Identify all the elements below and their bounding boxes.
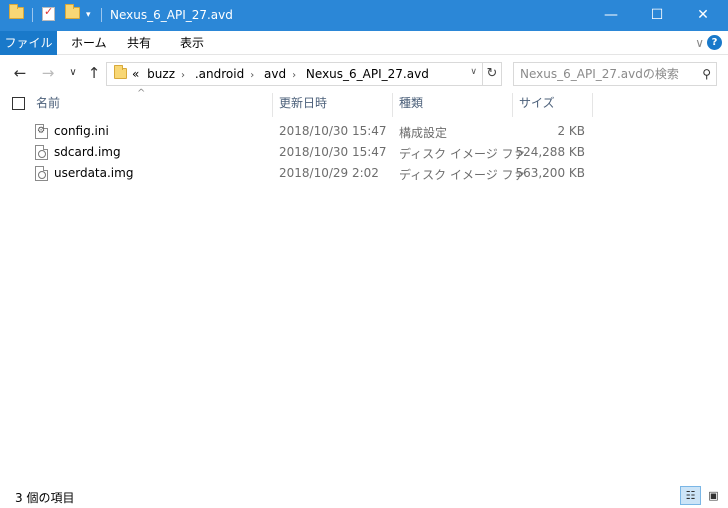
back-button[interactable]: ←: [10, 64, 30, 82]
file-size: 563,200 KB: [515, 166, 585, 180]
breadcrumb-chevron-icon[interactable]: ›: [292, 70, 296, 81]
address-bar[interactable]: « buzz › .android › avd › Nexus_6_API_27.av…: [106, 62, 502, 86]
up-button[interactable]: ↑: [84, 64, 104, 82]
search-icon[interactable]: ⚲: [702, 67, 711, 81]
divider: [101, 8, 102, 22]
ribbon-tabs: ファイル ホーム 共有 表示 ∨ ?: [0, 31, 728, 55]
column-divider[interactable]: [592, 93, 593, 117]
file-name: config.ini: [54, 124, 109, 138]
window-title: Nexus_6_API_27.avd: [110, 8, 233, 22]
file-type: 構成設定: [399, 126, 448, 140]
tab-home[interactable]: ホーム: [61, 31, 117, 55]
disk-image-icon: [35, 166, 48, 181]
breadcrumb-chevron-icon[interactable]: ›: [181, 70, 185, 81]
breadcrumb-overflow[interactable]: «: [132, 67, 139, 81]
forward-button[interactable]: →: [38, 64, 58, 82]
column-name[interactable]: 名前: [30, 93, 272, 117]
folder-icon: [114, 65, 127, 79]
file-date: 2018/10/30 15:47: [279, 124, 387, 138]
help-icon[interactable]: ?: [707, 35, 722, 50]
file-name: userdata.img: [54, 166, 134, 180]
file-size: 2 KB: [557, 124, 585, 138]
new-folder-icon[interactable]: [65, 4, 80, 19]
thumbnail-view-button[interactable]: ▣: [703, 486, 724, 505]
title-bar: ▾ Nexus_6_API_27.avd — ☐ ✕: [0, 0, 728, 31]
file-date: 2018/10/30 15:47: [279, 145, 387, 159]
folder-icon[interactable]: [9, 4, 24, 19]
quick-access-dropdown-icon[interactable]: ▾: [86, 10, 91, 20]
file-date: 2018/10/29 2:02: [279, 166, 379, 180]
file-row[interactable]: config.ini 2018/10/30 15:47 構成設定 2 KB: [0, 121, 728, 142]
breadcrumb-item-android[interactable]: .android: [195, 67, 244, 81]
details-view-button[interactable]: ☷: [680, 486, 701, 505]
refresh-button[interactable]: ↻: [482, 63, 501, 85]
properties-icon[interactable]: [42, 5, 55, 21]
navigation-bar: ← → ∨ ↑ « buzz › .android › avd › Nexus_6_A…: [0, 55, 728, 93]
select-all-checkbox[interactable]: [12, 97, 25, 110]
item-count: 3 個の項目: [15, 491, 75, 505]
expand-ribbon-icon[interactable]: ∨: [695, 36, 704, 50]
file-type: ディスク イメージ ファ: [399, 147, 526, 161]
breadcrumb: « buzz › .android › avd › Nexus_6_API_27.av…: [132, 67, 433, 81]
maximize-button[interactable]: ☐: [634, 0, 680, 31]
address-dropdown-icon[interactable]: ∨: [470, 67, 477, 77]
file-row[interactable]: userdata.img 2018/10/29 2:02 ディスク イメージ フ…: [0, 163, 728, 184]
breadcrumb-item-buzz[interactable]: buzz: [147, 67, 175, 81]
search-box[interactable]: ⚲: [513, 62, 717, 86]
column-date[interactable]: 更新日時: [273, 93, 392, 117]
minimize-button[interactable]: —: [588, 0, 634, 31]
breadcrumb-item-avd[interactable]: avd: [264, 67, 286, 81]
breadcrumb-chevron-icon[interactable]: ›: [250, 70, 254, 81]
file-size: 524,288 KB: [515, 145, 585, 159]
tab-view[interactable]: 表示: [170, 31, 214, 55]
status-bar: 3 個の項目 ☷ ▣: [0, 484, 728, 508]
disk-image-icon: [35, 145, 48, 160]
column-header: ^ 名前 更新日時 種類 サイズ: [0, 88, 728, 117]
tab-share[interactable]: 共有: [117, 31, 161, 55]
tab-file[interactable]: ファイル: [0, 31, 57, 55]
search-input[interactable]: [520, 66, 690, 82]
column-type[interactable]: 種類: [393, 93, 512, 117]
settings-file-icon: [35, 124, 48, 139]
file-name: sdcard.img: [54, 145, 121, 159]
file-type: ディスク イメージ ファ: [399, 168, 526, 182]
column-size[interactable]: サイズ: [513, 93, 592, 117]
breadcrumb-item-current[interactable]: Nexus_6_API_27.avd: [306, 67, 429, 81]
recent-locations-button[interactable]: ∨: [63, 64, 83, 82]
divider: [32, 8, 33, 22]
file-row[interactable]: sdcard.img 2018/10/30 15:47 ディスク イメージ ファ…: [0, 142, 728, 163]
close-button[interactable]: ✕: [680, 0, 726, 31]
